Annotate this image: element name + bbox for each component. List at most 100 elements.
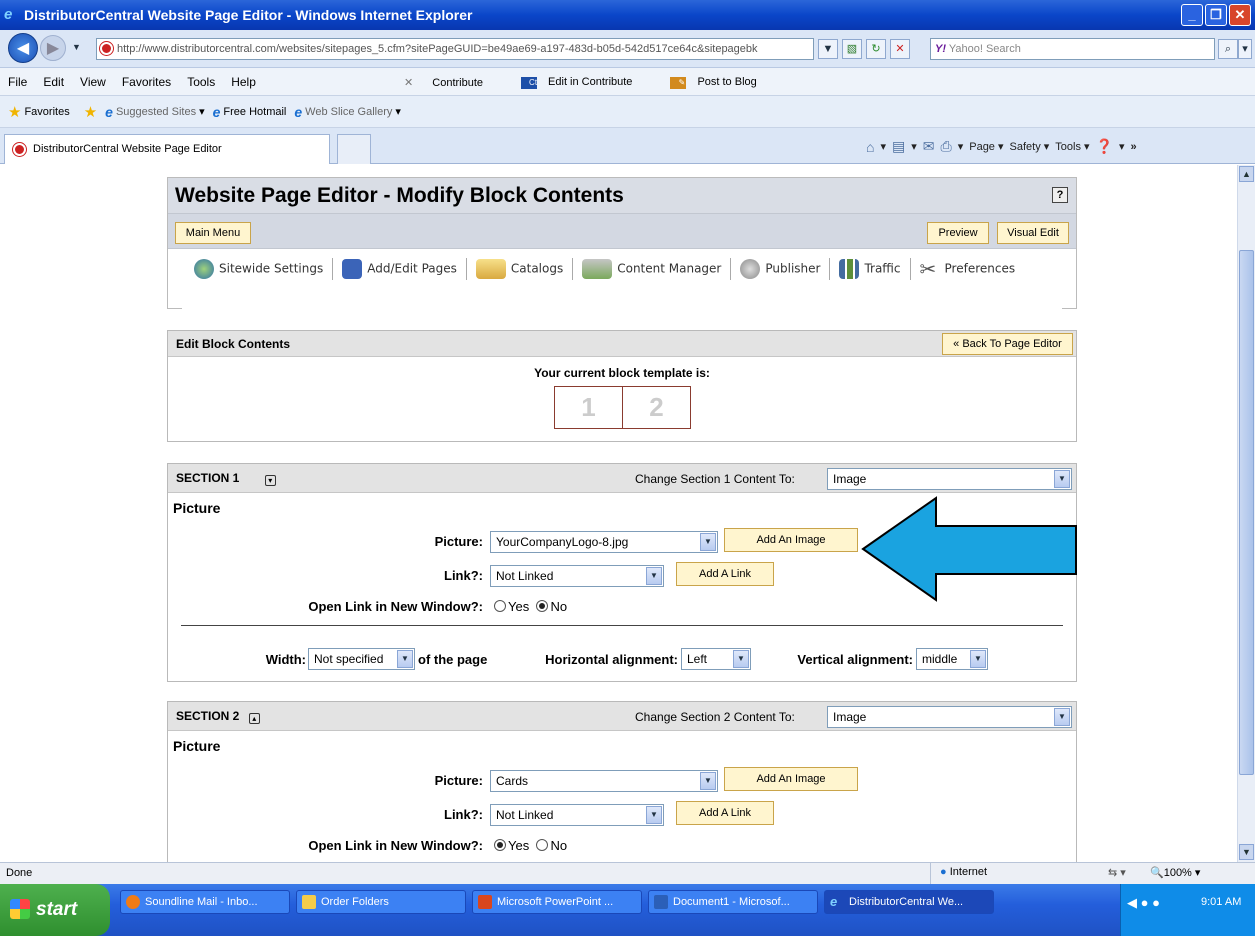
chevron-down-icon: ▼ bbox=[1054, 708, 1070, 726]
block-template-preview: 1 2 bbox=[554, 386, 691, 429]
horizontal-alignment-label: Horizontal alignment: bbox=[545, 652, 678, 667]
visual-edit-button[interactable]: Visual Edit bbox=[997, 222, 1069, 244]
back-button[interactable]: ◀ bbox=[8, 33, 38, 63]
section-2-add-image-button[interactable]: Add An Image bbox=[724, 767, 858, 791]
post-to-blog-button[interactable]: ✎ Post to Blog bbox=[662, 76, 772, 89]
minimize-button[interactable]: _ bbox=[1181, 4, 1203, 26]
tab-distributorcentral[interactable]: DistributorCentral Website Page Editor bbox=[4, 134, 330, 164]
expand-icon[interactable]: ▴ bbox=[248, 713, 260, 724]
toolbar-sitewide-settings[interactable]: Sitewide Settings bbox=[194, 259, 323, 279]
menu-view[interactable]: View bbox=[72, 75, 114, 89]
help-icon[interactable]: ❓ bbox=[1096, 138, 1113, 155]
tab-row: DistributorCentral Website Page Editor ⌂… bbox=[0, 128, 1255, 164]
vertical-scrollbar[interactable]: ▲ ▼ bbox=[1237, 165, 1255, 862]
add-favorites-icon[interactable]: ★ bbox=[84, 103, 97, 121]
web-slice-gallery-link[interactable]: e Web Slice Gallery ▾ bbox=[294, 104, 401, 120]
section-1-add-image-button[interactable]: Add An Image bbox=[724, 528, 858, 552]
maximize-button[interactable]: ❐ bbox=[1205, 4, 1227, 26]
page-menu[interactable]: Page ▾ bbox=[969, 140, 1003, 153]
menu-edit[interactable]: Edit bbox=[35, 75, 72, 89]
favorites-button[interactable]: ★ Favorites bbox=[8, 103, 70, 121]
edit-block-panel: Edit Block Contents « Back To Page Edito… bbox=[167, 330, 1077, 442]
task-word-document[interactable]: Document1 - Microsof... bbox=[648, 890, 818, 914]
new-window-no-radio[interactable]: No bbox=[536, 838, 567, 853]
new-window-yes-radio[interactable]: Yes bbox=[494, 599, 529, 614]
stop-icon[interactable]: ✕ bbox=[890, 39, 910, 59]
section-1-add-link-button[interactable]: Add A Link bbox=[676, 562, 774, 586]
address-bar[interactable]: http://www.distributorcentral.com/websit… bbox=[96, 38, 814, 60]
word-icon bbox=[654, 895, 668, 909]
toolbar-publisher[interactable]: Publisher bbox=[740, 259, 820, 279]
menu-favorites[interactable]: Favorites bbox=[114, 75, 179, 89]
traffic-chart-icon bbox=[839, 259, 860, 279]
ie-icon: e bbox=[830, 894, 838, 909]
section-2-picture-select[interactable]: Cards ▼ bbox=[490, 770, 718, 792]
contribute-button[interactable]: ✕ Contribute bbox=[388, 76, 499, 89]
edit-in-contribute-button[interactable]: Ct Edit in Contribute bbox=[513, 76, 648, 89]
free-hotmail-link[interactable]: e Free Hotmail bbox=[213, 104, 287, 120]
task-powerpoint[interactable]: Microsoft PowerPoint ... bbox=[472, 890, 642, 914]
new-window-yes-radio[interactable]: Yes bbox=[494, 838, 529, 853]
width-select[interactable]: Not specified ▼ bbox=[308, 648, 415, 670]
vertical-alignment-select[interactable]: middle ▼ bbox=[916, 648, 988, 670]
address-url[interactable]: http://www.distributorcentral.com/websit… bbox=[117, 43, 758, 55]
section-1-link-select[interactable]: Not Linked ▼ bbox=[490, 565, 664, 587]
section-1-picture-select[interactable]: YourCompanyLogo-8.jpg ▼ bbox=[490, 531, 718, 553]
close-window-button[interactable]: ✕ bbox=[1229, 4, 1251, 26]
task-soundline-mail[interactable]: Soundline Mail - Inbo... bbox=[120, 890, 290, 914]
scroll-up-icon[interactable]: ▲ bbox=[1239, 166, 1254, 182]
search-input[interactable]: Y! Yahoo! Search bbox=[930, 38, 1215, 60]
protected-mode-icon[interactable]: ⇆ ▾ bbox=[1108, 866, 1126, 879]
mail-icon[interactable]: ✉ bbox=[923, 138, 935, 155]
toolbar-add-edit-pages[interactable]: Add/Edit Pages bbox=[342, 259, 457, 279]
help-icon[interactable]: ? bbox=[1052, 187, 1068, 203]
edit-block-heading: Edit Block Contents bbox=[168, 331, 1076, 357]
tray-icons[interactable]: ◀ ● ● bbox=[1127, 895, 1160, 911]
toolbar-catalogs[interactable]: Catalogs bbox=[475, 259, 563, 279]
new-window-no-radio[interactable]: No bbox=[536, 599, 567, 614]
toolbar-content-manager[interactable]: Content Manager bbox=[582, 259, 721, 279]
page-title: Website Page Editor - Modify Block Conte… bbox=[175, 184, 624, 207]
preview-button[interactable]: Preview bbox=[927, 222, 989, 244]
suggested-sites[interactable]: e Suggested Sites ▾ bbox=[105, 104, 204, 120]
menu-file[interactable]: File bbox=[0, 75, 35, 89]
tools-menu[interactable]: Tools ▾ bbox=[1055, 140, 1089, 153]
chevron-down-icon: ▼ bbox=[1054, 470, 1070, 488]
section-2-add-link-button[interactable]: Add A Link bbox=[676, 801, 774, 825]
print-icon[interactable]: ⎙ bbox=[941, 138, 952, 155]
zoom-level[interactable]: 🔍100% ▾ bbox=[1150, 866, 1200, 879]
task-distributorcentral[interactable]: e DistributorCentral We... bbox=[824, 890, 994, 914]
scroll-down-icon[interactable]: ▼ bbox=[1239, 844, 1254, 860]
address-dropdown-icon[interactable]: ▼ bbox=[818, 39, 838, 59]
toolbar-traffic[interactable]: Traffic bbox=[839, 259, 901, 279]
address-row: ◀ ▶ ▼ http://www.distributorcentral.com/… bbox=[0, 30, 1255, 68]
back-to-page-editor-button[interactable]: « Back To Page Editor bbox=[942, 333, 1073, 355]
ie-icon: e bbox=[105, 103, 113, 120]
compatibility-view-icon[interactable]: ▧ bbox=[842, 39, 862, 59]
taskbar: start Soundline Mail - Inbo... Order Fol… bbox=[0, 884, 1255, 936]
menu-help[interactable]: Help bbox=[223, 75, 264, 89]
scrollbar-thumb[interactable] bbox=[1239, 250, 1254, 775]
safety-menu[interactable]: Safety ▾ bbox=[1010, 140, 1050, 153]
collapse-icon[interactable]: ▾ bbox=[264, 475, 276, 486]
editor-header-panel: Website Page Editor - Modify Block Conte… bbox=[167, 177, 1077, 310]
history-dropdown-icon[interactable]: ▼ bbox=[72, 42, 81, 52]
feeds-icon[interactable]: ▤ bbox=[892, 138, 905, 155]
start-button[interactable]: start bbox=[0, 884, 110, 936]
new-tab-button[interactable] bbox=[337, 134, 371, 164]
toolbar-preferences[interactable]: ✂ Preferences bbox=[920, 259, 1016, 279]
windows-logo-icon bbox=[10, 899, 30, 919]
section-1-content-type-select[interactable]: Image ▼ bbox=[827, 468, 1072, 490]
section-2-link-select[interactable]: Not Linked ▼ bbox=[490, 804, 664, 826]
chevron-right-icon[interactable]: » bbox=[1131, 141, 1137, 153]
main-menu-button[interactable]: Main Menu bbox=[175, 222, 251, 244]
search-button-icon[interactable]: ⌕ bbox=[1218, 39, 1238, 59]
search-options-icon[interactable]: ▾ bbox=[1238, 39, 1252, 59]
task-order-folders[interactable]: Order Folders bbox=[296, 890, 466, 914]
forward-button[interactable]: ▶ bbox=[40, 35, 66, 61]
horizontal-alignment-select[interactable]: Left ▼ bbox=[681, 648, 751, 670]
home-icon[interactable]: ⌂ bbox=[866, 139, 874, 155]
refresh-icon[interactable]: ↻ bbox=[866, 39, 886, 59]
menu-tools[interactable]: Tools bbox=[179, 75, 223, 89]
section-2-content-type-select[interactable]: Image ▼ bbox=[827, 706, 1072, 728]
